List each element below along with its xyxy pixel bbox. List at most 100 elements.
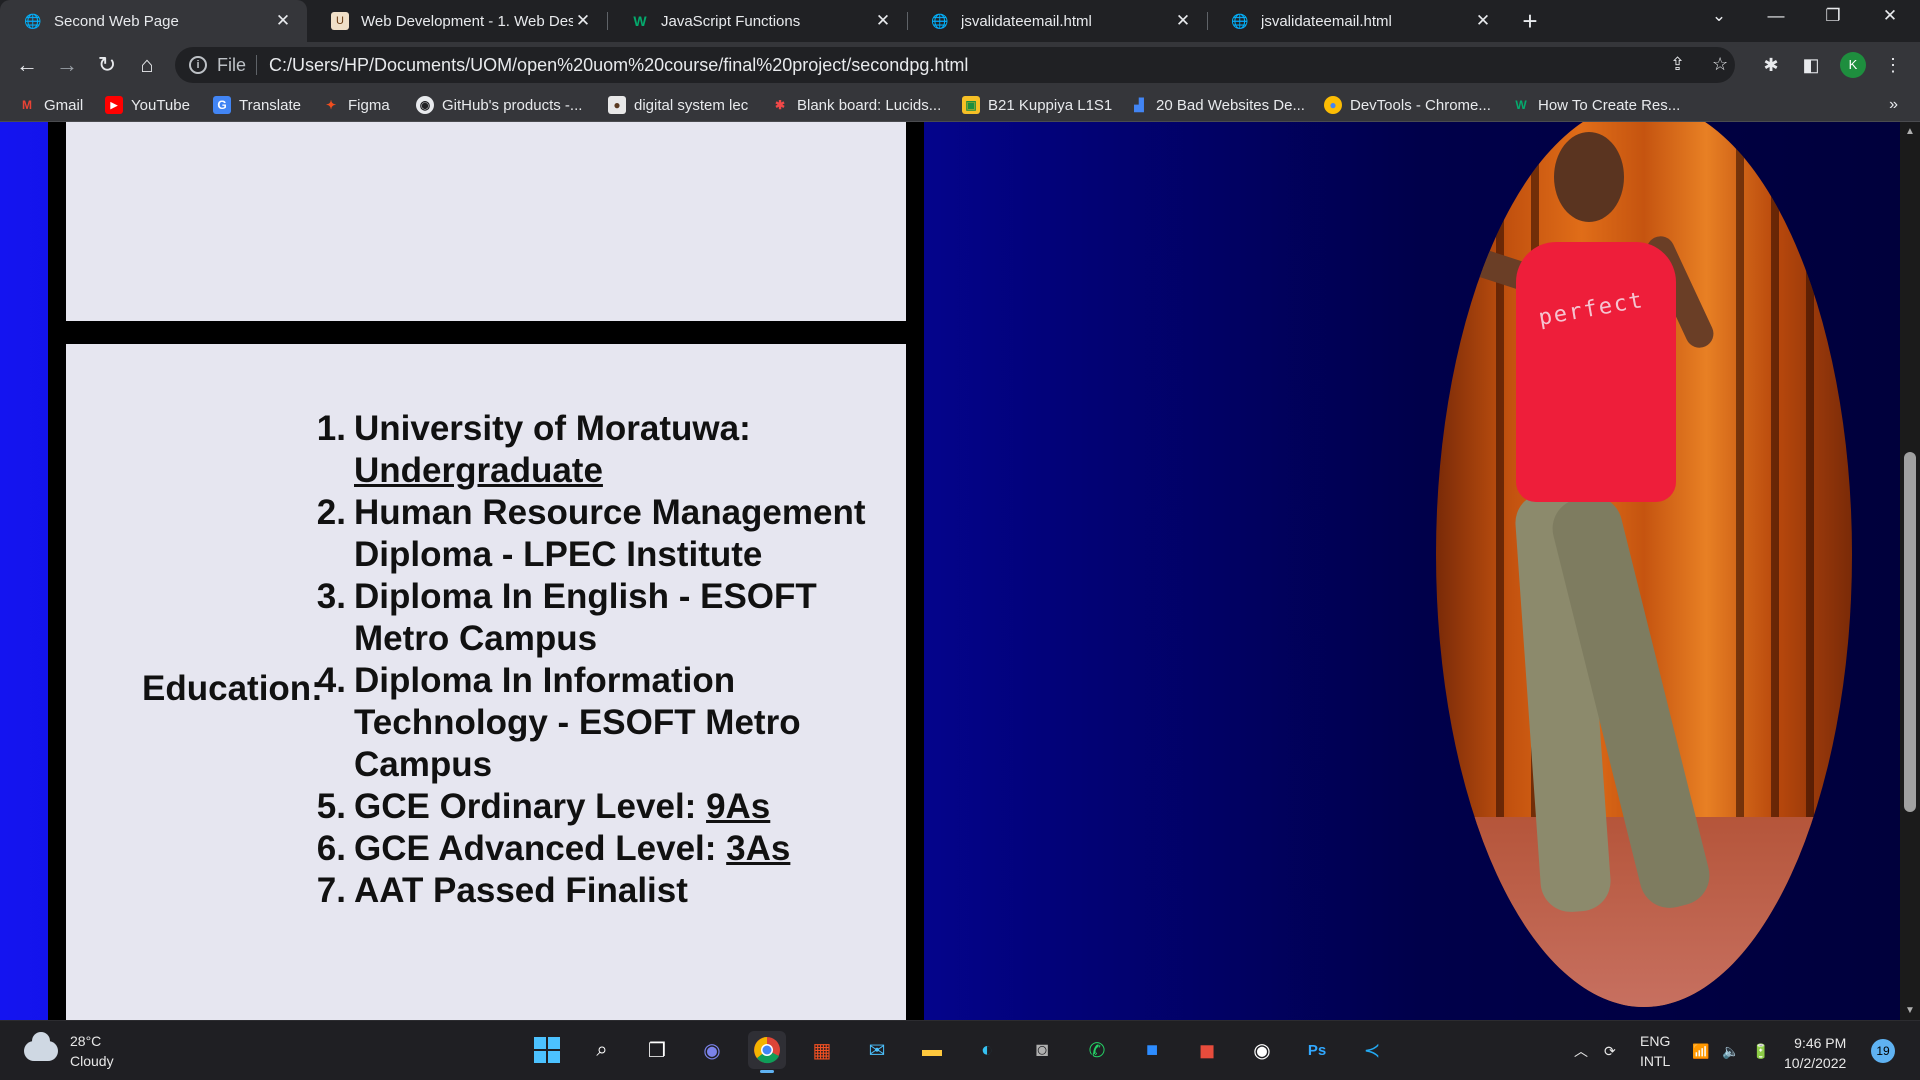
list-item: 1. University of Moratuwa: Undergraduate [316, 409, 751, 490]
close-icon[interactable]: ✕ [573, 11, 593, 31]
github-desktop-icon[interactable]: ◉ [1243, 1031, 1281, 1069]
person-icon: ● [608, 96, 626, 114]
w3schools-icon: W [1515, 98, 1527, 112]
bookmark-label: Translate [239, 96, 301, 114]
tab-strip: 🌐 Second Web Page ✕ U Web Development - … [0, 0, 1920, 42]
mail-icon[interactable]: ✉ [858, 1031, 896, 1069]
tab-title: jsvalidateemail.html [1261, 12, 1392, 30]
close-icon[interactable]: ✕ [1473, 11, 1493, 31]
store-icon[interactable]: ▦ [803, 1031, 841, 1069]
minimize-icon[interactable]: — [1756, 6, 1796, 26]
url-text[interactable]: C:/Users/HP/Documents/UOM/open%20uom%20c… [269, 55, 968, 76]
bookmark-figma[interactable]: ✦ Figma [322, 94, 390, 116]
start-icon[interactable] [528, 1031, 566, 1069]
taskbar: 28°C Cloudy ⌕ ❐ ◉ ▦ ✉ ▬ ◐ ◙ ✆ ■ ◼ ◉ Ps ≺… [0, 1020, 1920, 1080]
new-tab-button[interactable]: + [1515, 6, 1545, 37]
screen-recorder-icon[interactable]: ◼ [1188, 1031, 1226, 1069]
vscode-icon[interactable]: ≺ [1353, 1031, 1391, 1069]
list-item: 3. Diploma In English - ESOFT Metro Campu… [316, 577, 817, 658]
weather-widget[interactable]: 28°C Cloudy [24, 1031, 114, 1071]
bookmark-kuppiya[interactable]: ▣ B21 Kuppiya L1S1 [962, 94, 1112, 116]
bookmark-label: Blank board: Lucids... [797, 96, 942, 114]
extensions-icon[interactable]: ✱ [1758, 52, 1784, 78]
bookmark-label: How To Create Res... [1538, 96, 1681, 114]
battery-icon[interactable]: 🔋 [1752, 1021, 1769, 1080]
tab-jsvalidateemail-1[interactable]: 🌐 jsvalidateemail.html ✕ [907, 0, 1207, 42]
restore-icon[interactable]: ❐ [1813, 6, 1853, 26]
bookmark-devtools[interactable]: ● DevTools - Chrome... [1324, 94, 1491, 116]
page-content: Education: 1. University of Moratuwa: Und… [0, 122, 1900, 1020]
scroll-up-icon[interactable]: ▲ [1900, 126, 1920, 137]
bookmarks-overflow-button[interactable]: » [1889, 96, 1898, 114]
bookmark-bad-websites[interactable]: ▟ 20 Bad Websites De... [1130, 94, 1305, 116]
bookmark-lucid[interactable]: ✱ Blank board: Lucids... [771, 94, 941, 116]
bookmark-label: DevTools - Chrome... [1350, 96, 1491, 114]
bookmark-star-icon[interactable]: ☆ [1712, 54, 1728, 75]
share-icon[interactable]: ⇪ [1670, 54, 1685, 75]
list-item: 2. Human Resource Management Diploma - LP… [316, 493, 866, 574]
bookmark-how-to-create[interactable]: W How To Create Res... [1512, 94, 1680, 116]
close-icon[interactable]: ✕ [273, 11, 293, 31]
language-indicator[interactable]: ENG INTL [1640, 1021, 1670, 1080]
underlined-text: 9As [706, 787, 771, 826]
list-item: 4. Diploma In Information Technology - ES… [316, 661, 801, 784]
list-item: 6. GCE Advanced Level: 3As [316, 829, 791, 868]
address-bar[interactable]: i File C:/Users/HP/Documents/UOM/open%20… [175, 47, 1735, 83]
search-icon[interactable]: ⌕ [583, 1031, 621, 1069]
weather-condition: Cloudy [70, 1053, 114, 1069]
education-card: Education: 1. University of Moratuwa: Und… [48, 326, 924, 1020]
chrome-icon[interactable] [748, 1031, 786, 1073]
edge-icon[interactable]: ◐ [968, 1031, 1006, 1069]
close-icon[interactable]: ✕ [873, 11, 893, 31]
tab-title: jsvalidateemail.html [961, 12, 1092, 30]
scroll-down-icon[interactable]: ▼ [1900, 1005, 1920, 1016]
tab-second-web-page[interactable]: 🌐 Second Web Page ✕ [0, 0, 307, 42]
file-explorer-icon[interactable]: ▬ [913, 1031, 951, 1069]
chart-icon: ▟ [1134, 98, 1144, 112]
clock[interactable]: 9:46 PM 10/2/2022 [1784, 1033, 1846, 1073]
bookmark-label: YouTube [131, 96, 190, 114]
wifi-icon[interactable]: 📶 [1692, 1021, 1709, 1080]
avatar[interactable]: K [1840, 52, 1866, 78]
notification-badge[interactable]: 19 [1871, 1039, 1895, 1063]
globe-icon: 🌐 [931, 12, 949, 29]
tab-jsvalidateemail-2[interactable]: 🌐 jsvalidateemail.html ✕ [1207, 0, 1507, 42]
sync-icon[interactable]: ⟳ [1604, 1021, 1616, 1080]
github-icon: ◉ [416, 96, 434, 114]
profile-photo: perfect [1436, 122, 1852, 1007]
vertical-scrollbar[interactable]: ▲ ▼ [1900, 122, 1920, 1020]
photoshop-icon[interactable]: Ps [1298, 1031, 1336, 1069]
bookmark-label: 20 Bad Websites De... [1156, 96, 1305, 114]
back-icon[interactable]: ← [12, 50, 42, 80]
bookmark-label: Gmail [44, 96, 84, 114]
bookmark-translate[interactable]: G Translate [213, 94, 301, 116]
gmail-icon: M [22, 98, 32, 112]
bookmark-gmail[interactable]: M Gmail [18, 94, 83, 116]
tab-javascript-functions[interactable]: W JavaScript Functions ✕ [607, 0, 907, 42]
side-panel-icon[interactable]: ◧ [1798, 52, 1824, 78]
globe-icon: 🌐 [1231, 12, 1249, 29]
forward-icon[interactable]: → [52, 50, 82, 80]
zoom-icon[interactable]: ■ [1133, 1031, 1171, 1069]
bookmark-digital-system[interactable]: ● digital system lec [608, 94, 748, 116]
tab-search-icon[interactable]: ⌄ [1699, 6, 1739, 26]
task-view-icon[interactable]: ❐ [638, 1031, 676, 1069]
show-hidden-icons[interactable]: ︿ [1574, 1021, 1588, 1080]
info-icon[interactable]: i [189, 56, 207, 74]
whatsapp-icon[interactable]: ✆ [1078, 1031, 1116, 1069]
volume-icon[interactable]: 🔈 [1722, 1021, 1739, 1080]
bookmark-github[interactable]: ◉ GitHub's products -... [416, 94, 582, 116]
bookmark-youtube[interactable]: ▶ YouTube [105, 94, 190, 116]
home-icon[interactable]: ⌂ [132, 50, 162, 80]
chat-icon[interactable]: ◉ [693, 1031, 731, 1069]
close-window-icon[interactable]: ✕ [1870, 6, 1910, 26]
close-icon[interactable]: ✕ [1173, 11, 1193, 31]
scrollbar-thumb[interactable] [1904, 452, 1916, 812]
reload-icon[interactable]: ↻ [92, 50, 122, 80]
divider [256, 55, 258, 75]
camera-icon[interactable]: ◙ [1023, 1031, 1061, 1069]
tab-web-development[interactable]: U Web Development - 1. Web Desi ✕ [307, 0, 607, 42]
classroom-icon: ▣ [962, 96, 980, 114]
menu-icon[interactable]: ⋮ [1880, 52, 1906, 78]
list-item: 5. GCE Ordinary Level: 9As [316, 787, 771, 826]
